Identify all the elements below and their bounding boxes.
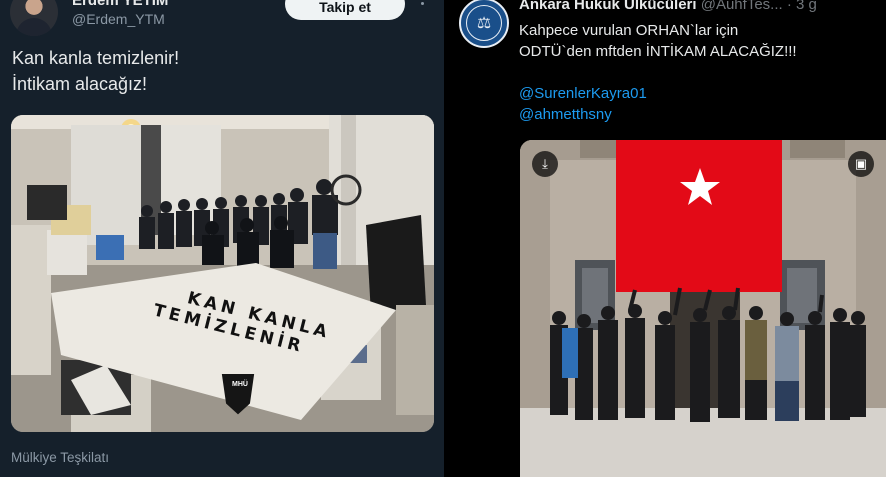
download-icon[interactable]: ⤓: [532, 151, 558, 177]
tweet-text: Kan kanla temizlenir! İntikam alacağız!: [12, 45, 179, 97]
tweet-header: Ankara Hukuk Ülkücüleri @AuhfTes... · 3 …: [519, 0, 817, 13]
room-scene-illustration: [11, 115, 434, 432]
tweet-text-line: ODTÜ`den mftden İNTİKAM ALACAĞIZ!!!: [519, 43, 797, 60]
tweet-text-line: Kahpece vurulan ORHAN`lar için: [519, 22, 739, 39]
banner-emblem: MHÜ: [232, 381, 248, 388]
tweet-text-line: İntikam alacağız!: [12, 74, 148, 94]
author-name[interactable]: Erdem YETİM: [72, 0, 168, 9]
building-scene-illustration: [520, 140, 886, 477]
tweet-footer-label[interactable]: Mülkiye Teşkilatı: [11, 450, 109, 465]
image-icon[interactable]: ▣: [848, 151, 874, 177]
mention-link[interactable]: @ahmetthsny: [519, 104, 797, 125]
tweet-time[interactable]: · 3 g: [787, 0, 817, 13]
author-avatar[interactable]: ⚖: [459, 0, 509, 48]
tweet-photo[interactable]: ⤓ ▣: [520, 140, 886, 477]
tweet-photo[interactable]: KAN KANLA TEMİZLENİR MHÜ: [11, 115, 434, 432]
scales-icon: ⚖: [466, 5, 502, 41]
follow-button[interactable]: Takip et: [285, 0, 405, 20]
mention-link[interactable]: @SurenlerKayra01: [519, 83, 797, 104]
author-handle[interactable]: @AuhfTes...: [701, 0, 783, 13]
author-avatar[interactable]: [10, 0, 58, 36]
author-handle[interactable]: @Erdem_YTM: [72, 11, 165, 27]
tweet-text: Kahpece vurulan ORHAN`lar için ODTÜ`den …: [519, 20, 797, 125]
left-tweet-panel: Erdem YETİM @Erdem_YTM Takip et Kan kanl…: [0, 0, 444, 477]
author-name[interactable]: Ankara Hukuk Ülkücüleri: [519, 0, 697, 13]
tweet-text-line: [519, 62, 797, 83]
tweet-text-line: Kan kanla temizlenir!: [12, 48, 180, 68]
more-options-icon[interactable]: [421, 2, 424, 5]
right-tweet-panel: ⚖ Ankara Hukuk Ülkücüleri @AuhfTes... · …: [449, 0, 886, 477]
